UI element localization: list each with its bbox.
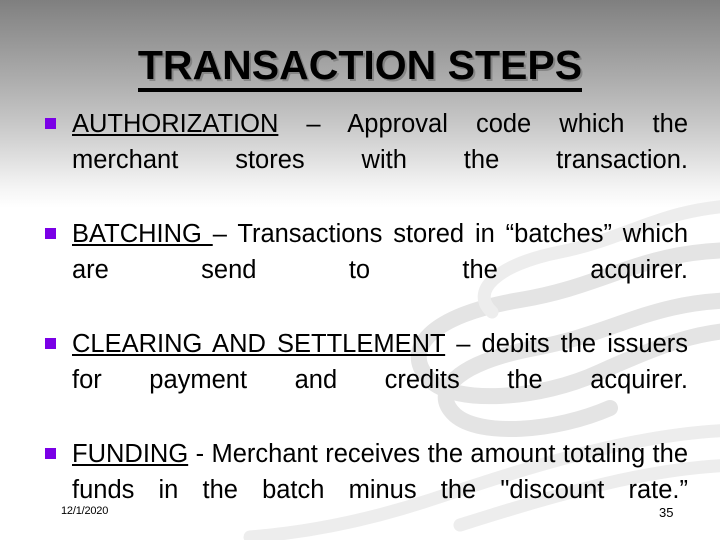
bullet-text: BATCHING – Transactions stored in “batch… xyxy=(72,216,688,324)
bullet-text: AUTHORIZATION – Approval code which the … xyxy=(72,106,688,214)
bullet-square-icon xyxy=(45,448,56,459)
list-item: CLEARING AND SETTLEMENT – debits the iss… xyxy=(42,326,688,434)
list-item: AUTHORIZATION – Approval code which the … xyxy=(42,106,688,214)
bullet-square-icon xyxy=(45,118,56,129)
bullet-lead-term: CLEARING AND SETTLEMENT xyxy=(72,330,446,358)
list-item: FUNDING - Merchant receives the amount t… xyxy=(42,436,688,540)
bullet-square-icon xyxy=(45,338,56,349)
bullet-text: CLEARING AND SETTLEMENT – debits the iss… xyxy=(72,326,688,434)
list-item: BATCHING – Transactions stored in “batch… xyxy=(42,216,688,324)
bullet-lead-term: BATCHING xyxy=(72,220,213,248)
bullet-lead-term: FUNDING xyxy=(72,440,189,468)
page-title: TRANSACTION STEPS xyxy=(137,43,583,93)
title-container: TRANSACTION STEPS xyxy=(0,43,720,93)
bullet-lead-term: AUTHORIZATION xyxy=(72,110,279,138)
bullet-text: FUNDING - Merchant receives the amount t… xyxy=(72,436,688,540)
bullet-list: AUTHORIZATION – Approval code which the … xyxy=(42,106,688,540)
bullet-square-icon xyxy=(45,228,56,239)
slide: TRANSACTION STEPS AUTHORIZATION – Approv… xyxy=(0,0,720,540)
